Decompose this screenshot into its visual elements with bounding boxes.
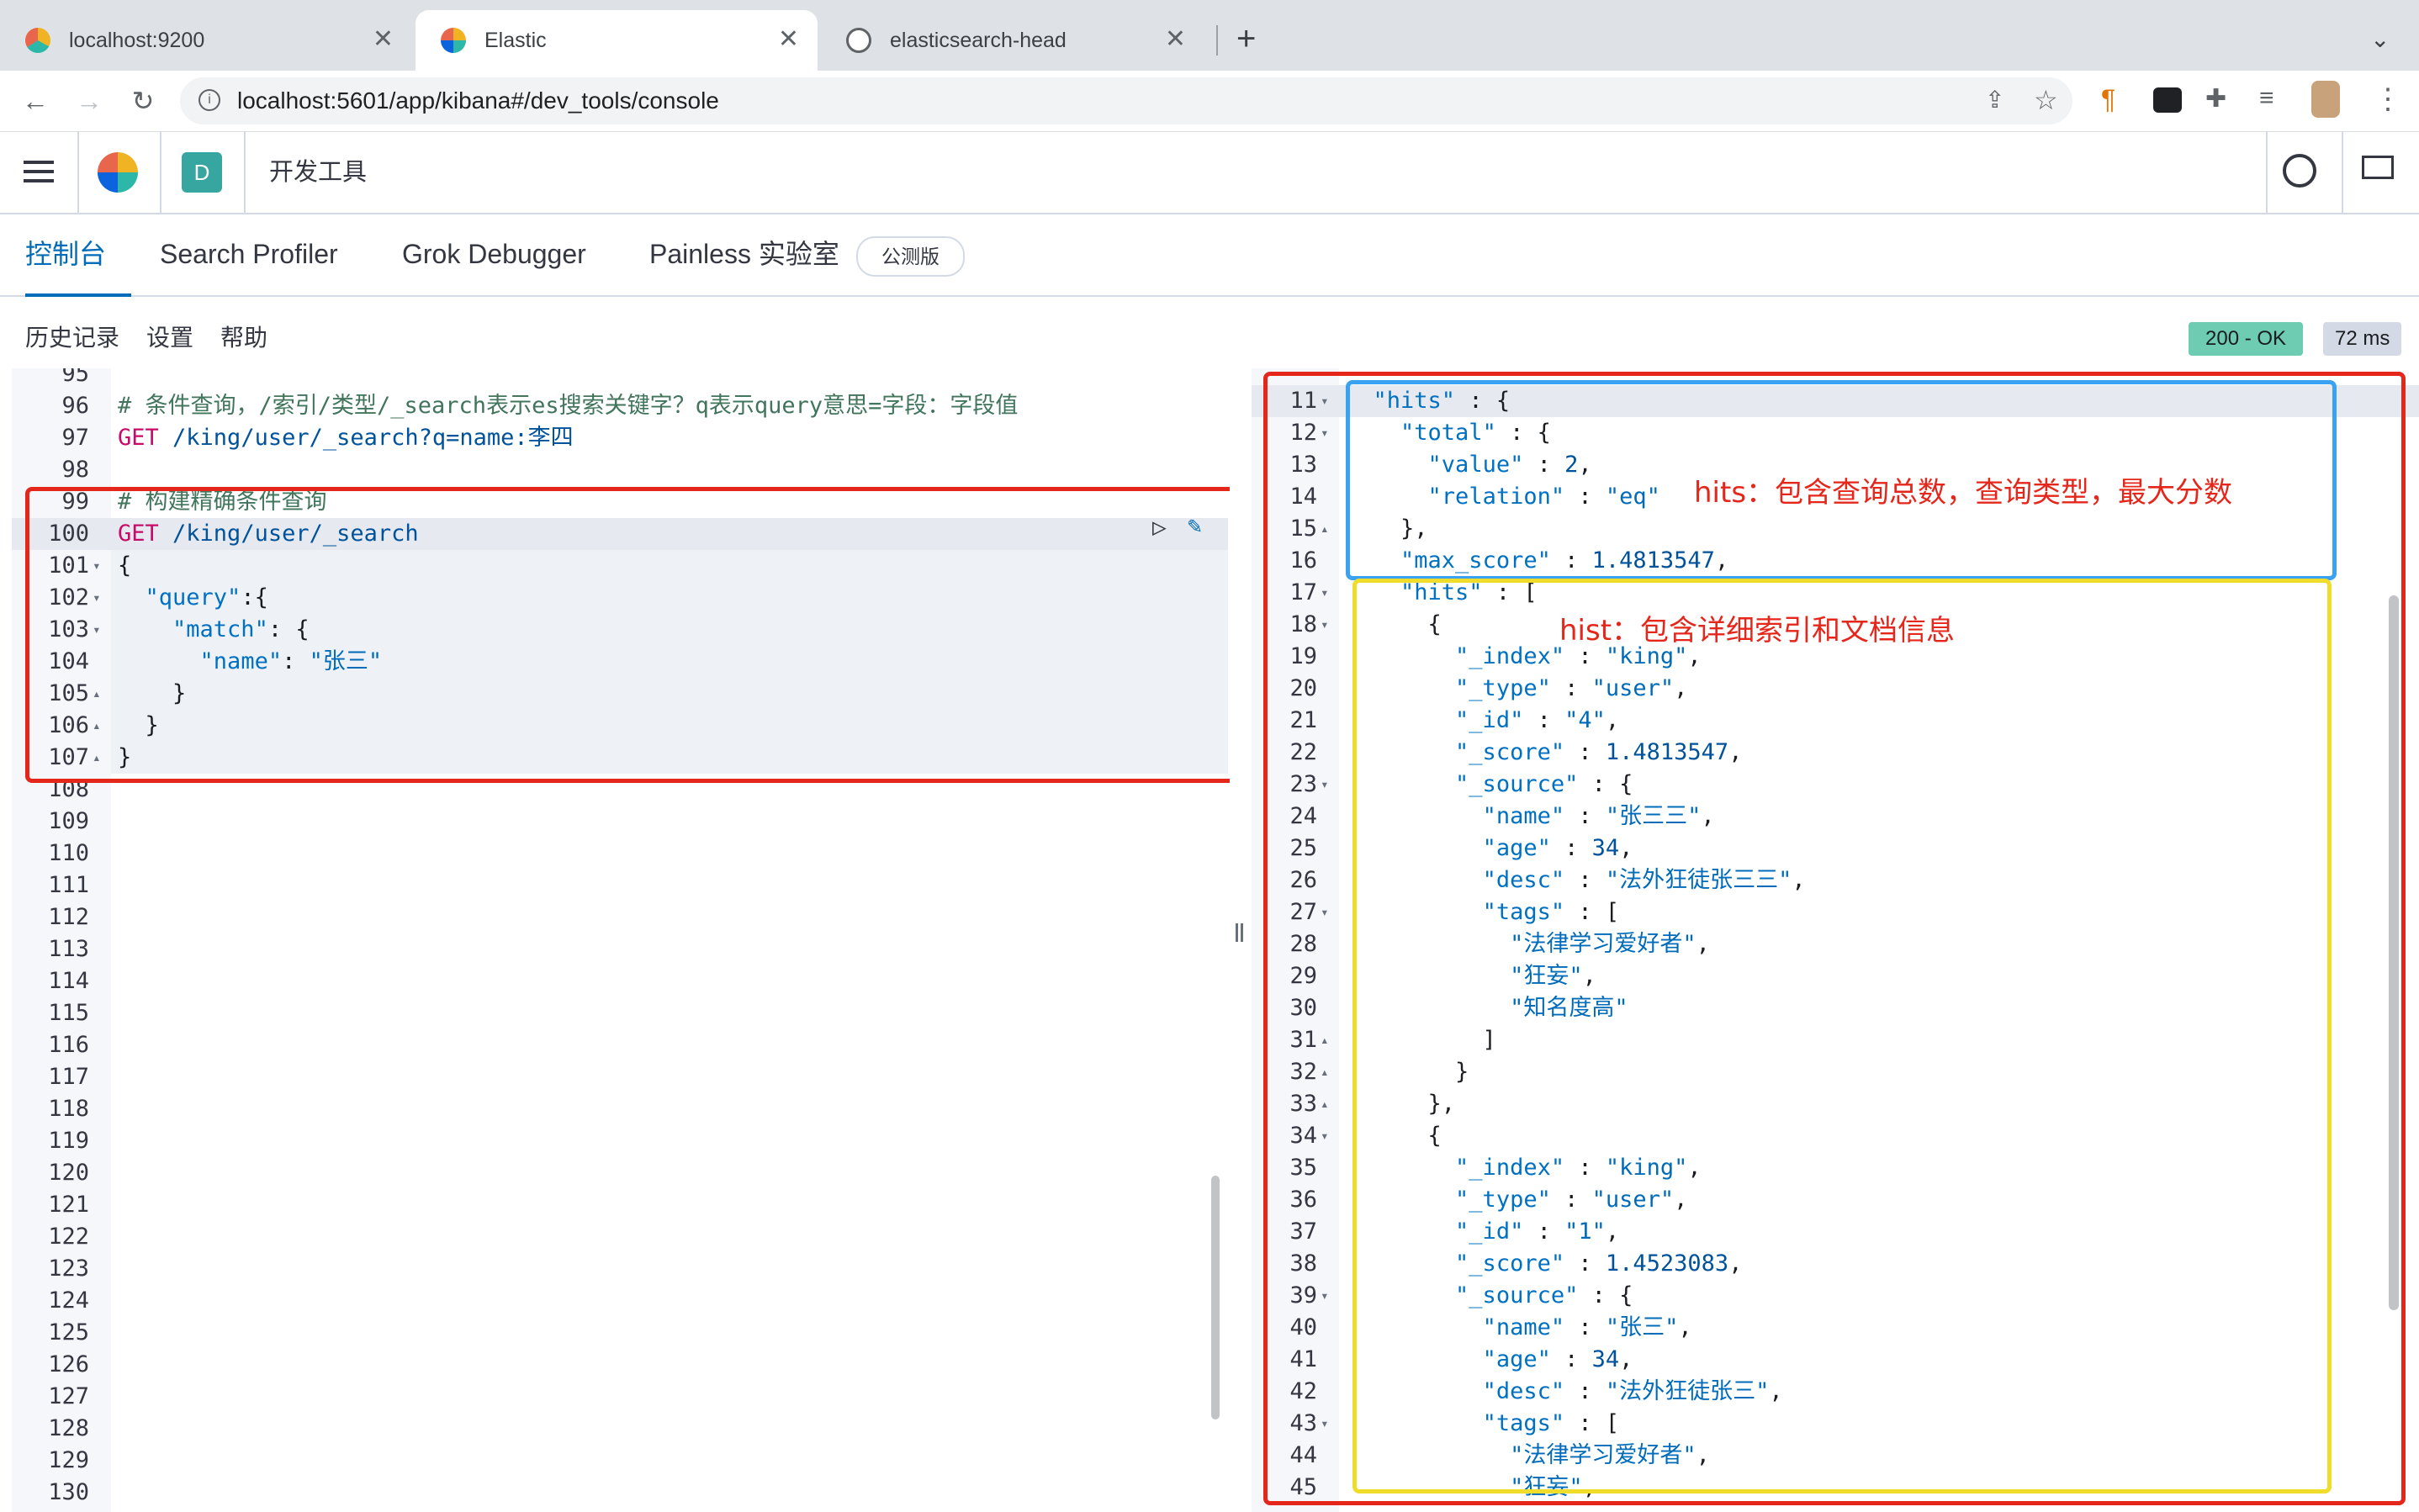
app-title: 开发工具 xyxy=(269,159,368,186)
line-number: 128 xyxy=(48,1415,89,1441)
new-tab-icon[interactable]: + xyxy=(1236,22,1256,56)
tab-title: elasticsearch-head xyxy=(890,28,1067,52)
status-badge: 200 - OK xyxy=(2189,322,2304,356)
share-icon[interactable]: ⇪ xyxy=(1985,86,2004,114)
tab-title: Elastic xyxy=(484,28,547,52)
divider xyxy=(2266,132,2268,213)
profile-avatar[interactable] xyxy=(2311,81,2340,118)
tab-console[interactable]: 控制台 xyxy=(25,214,131,297)
line-number: 119 xyxy=(48,1128,89,1154)
line-number: 130 xyxy=(48,1479,89,1505)
hits-annotation: hits：包含查询总数，查询类型，最大分数 xyxy=(1694,476,2233,510)
tab-search-profiler[interactable]: Search Profiler xyxy=(160,214,338,293)
response-time-badge: 72 ms xyxy=(2323,322,2402,356)
browser-tab-localhost[interactable]: localhost:9200 ✕ xyxy=(0,10,412,71)
tab-title: localhost:9200 xyxy=(69,28,205,52)
newsfeed-mail-icon[interactable] xyxy=(2362,156,2394,179)
request-url: /king/user/_search?q=name:李四 xyxy=(158,425,574,451)
tab-painless-lab[interactable]: Painless 实验室 xyxy=(649,214,839,293)
request-scrollbar[interactable] xyxy=(1211,1176,1220,1419)
line-number: 95 xyxy=(61,368,89,387)
pane-resizer[interactable] xyxy=(1230,368,1250,1512)
reading-list-icon[interactable]: ≡ xyxy=(2259,84,2274,113)
tab-grok-debugger[interactable]: Grok Debugger xyxy=(402,214,586,293)
line-number: 117 xyxy=(48,1064,89,1090)
settings-link[interactable]: 设置 xyxy=(146,311,193,365)
browser-tab-elastic[interactable]: Elastic ✕ xyxy=(416,10,818,71)
code-line: # 条件查询，/索引/类型/_search表示es搜索关键字？q表示query意… xyxy=(118,393,1019,419)
menu-hamburger-icon[interactable] xyxy=(24,161,54,164)
http-method: GET xyxy=(118,425,159,451)
close-tab-icon[interactable]: ✕ xyxy=(778,27,799,52)
line-number: 129 xyxy=(48,1447,89,1473)
divider xyxy=(77,132,79,213)
line-number: 116 xyxy=(48,1032,89,1058)
bookmark-star-icon[interactable]: ☆ xyxy=(2034,84,2058,116)
close-tab-icon[interactable]: ✕ xyxy=(1165,27,1186,52)
line-number: 97 xyxy=(61,425,89,451)
url-text[interactable]: localhost:5601/app/kibana#/dev_tools/con… xyxy=(237,77,719,124)
line-number: 115 xyxy=(48,1000,89,1026)
line-number: 118 xyxy=(48,1096,89,1122)
line-number: 112 xyxy=(48,904,89,930)
browser-tab-elasticsearch-head[interactable]: elasticsearch-head ✕ xyxy=(821,10,1204,71)
request-highlight-box xyxy=(25,487,1236,783)
line-number: 122 xyxy=(48,1224,89,1250)
line-number: 123 xyxy=(48,1256,89,1282)
line-number: 111 xyxy=(48,872,89,898)
divider xyxy=(160,132,161,213)
space-avatar[interactable]: D xyxy=(182,152,222,193)
resizer-grip-icon[interactable] xyxy=(1236,923,1238,942)
address-bar[interactable]: i localhost:5601/app/kibana#/dev_tools/c… xyxy=(180,77,2072,124)
history-link[interactable]: 历史记录 xyxy=(25,311,119,365)
console-toolbar: 历史记录 设置 帮助 200 - OK 72 ms xyxy=(0,311,2419,365)
site-info-icon[interactable]: i xyxy=(198,89,220,111)
help-link[interactable]: 帮助 xyxy=(220,311,267,365)
browser-tab-strip: localhost:9200 ✕ Elastic ✕ elasticsearch… xyxy=(0,0,2419,71)
tab-separator xyxy=(1216,25,1218,56)
divider xyxy=(244,132,246,213)
elastic-logo-icon[interactable] xyxy=(98,152,138,193)
line-number: 124 xyxy=(48,1287,89,1314)
line-number: 110 xyxy=(48,840,89,866)
elastic-favicon-icon xyxy=(25,28,50,53)
line-number: 120 xyxy=(48,1160,89,1186)
line-number: 121 xyxy=(48,1192,89,1218)
close-tab-icon[interactable]: ✕ xyxy=(373,27,394,52)
line-number: 114 xyxy=(48,968,89,994)
line-number: 109 xyxy=(48,808,89,834)
forward-icon[interactable]: → xyxy=(71,82,108,119)
puzzle-extensions-icon[interactable]: ✚ xyxy=(2205,84,2226,114)
line-number: 127 xyxy=(48,1383,89,1409)
hist-annotation: hist：包含详细索引和文档信息 xyxy=(1559,614,1956,648)
kibana-header: D 开发工具 xyxy=(0,132,2419,214)
line-number: 113 xyxy=(48,936,89,962)
browser-toolbar: ← → ↻ i localhost:5601/app/kibana#/dev_t… xyxy=(0,71,2419,132)
tab-search-chevron-icon[interactable]: ⌄ xyxy=(2370,25,2390,53)
devtools-tabs: 控制台 Search Profiler Grok Debugger Painle… xyxy=(0,214,2419,297)
line-number: 96 xyxy=(61,393,89,419)
back-icon[interactable]: ← xyxy=(17,82,54,119)
elastic-favicon-icon xyxy=(441,28,466,53)
beta-badge: 公测版 xyxy=(856,236,965,277)
line-number: 126 xyxy=(48,1351,89,1377)
browser-menu-icon[interactable]: ⋮ xyxy=(2374,82,2402,116)
pilcrow-extension-icon[interactable]: ¶ xyxy=(2101,84,2115,115)
code-line: GET /king/user/_search?q=name:李四 xyxy=(118,422,574,454)
line-number: 98 xyxy=(61,457,89,483)
line-number: 125 xyxy=(48,1319,89,1345)
globe-icon xyxy=(846,28,871,53)
reload-icon[interactable]: ↻ xyxy=(124,82,161,119)
divider xyxy=(2342,132,2343,213)
extension-icon[interactable] xyxy=(2153,87,2182,113)
help-lifebuoy-icon[interactable] xyxy=(2283,154,2316,188)
hits-docs-highlight-box xyxy=(1352,579,2332,1493)
